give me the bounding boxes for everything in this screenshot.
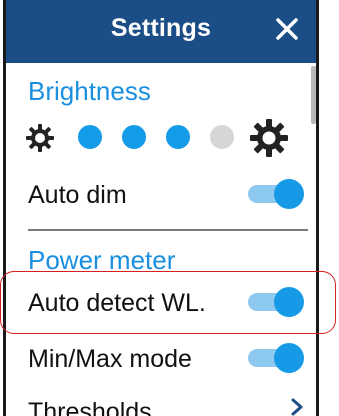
page-title: Settings [110,14,212,42]
chevron-right-icon[interactable] [289,398,307,416]
brightness-level-1[interactable] [78,125,102,149]
highlight-annotation [0,271,336,334]
min-max-mode-toggle[interactable] [244,343,304,373]
brightness-section-title: Brightness [28,76,151,106]
settings-header: Settings [6,0,316,63]
brightness-level-4[interactable] [210,125,234,149]
settings-panel: Settings Brightness Auto dim Power meter… [3,0,319,416]
section-divider [28,229,308,231]
min-max-mode-label: Min/Max mode [28,345,192,373]
scrollbar[interactable] [311,66,316,124]
close-icon[interactable] [272,14,302,44]
toggle-knob [274,343,304,373]
auto-dim-label: Auto dim [28,181,127,209]
brightness-level-2[interactable] [122,125,146,149]
thresholds-label[interactable]: Thresholds [28,398,152,416]
auto-dim-toggle[interactable] [244,179,304,209]
toggle-knob [274,179,304,209]
brightness-low-icon[interactable] [25,123,55,153]
brightness-level-3[interactable] [166,125,190,149]
brightness-high-icon[interactable] [250,119,288,157]
